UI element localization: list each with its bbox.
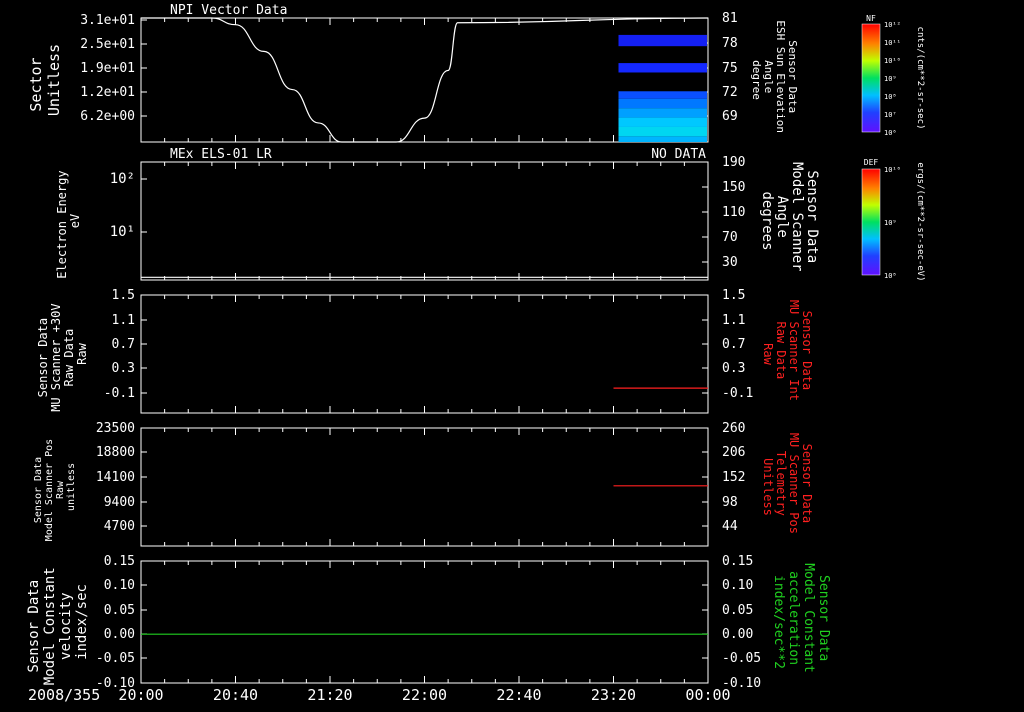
colorbar-def bbox=[861, 168, 881, 276]
right-y-tick-label: 0.00 bbox=[722, 627, 753, 642]
time-tick-label: 20:40 bbox=[213, 686, 258, 704]
time-tick-label: 21:20 bbox=[307, 686, 352, 704]
colorbar-tick-label: 10¹⁰ bbox=[884, 57, 901, 65]
right-y-tick-label: 0.05 bbox=[722, 603, 753, 618]
right-y-tick-label: 260 bbox=[722, 421, 745, 436]
left-y-tick-label: 3.1e+01 bbox=[80, 13, 135, 28]
right-y-tick-label: 1.5 bbox=[722, 288, 745, 303]
left-y-tick-label: 4700 bbox=[104, 519, 135, 534]
spectrogram-band bbox=[618, 117, 707, 127]
panel-0-right-ylabel: Sensor Data ESH Sun Elevation Angle degr… bbox=[750, 20, 799, 139]
colorbar-nf-unit: cnts/(cm**2-sr-sec) bbox=[915, 27, 925, 130]
right-y-tick-label: 110 bbox=[722, 205, 745, 220]
right-y-tick-label: 150 bbox=[722, 180, 745, 195]
right-y-tick-label: 30 bbox=[722, 255, 738, 270]
date-label: 2008/355 bbox=[28, 686, 100, 704]
panel-1-right-ylabel: Sensor Data Model Scanner Angle degrees bbox=[759, 162, 820, 280]
right-y-tick-label: 0.10 bbox=[722, 578, 753, 593]
spectrogram-band bbox=[618, 108, 707, 118]
right-y-tick-label: -0.1 bbox=[722, 386, 753, 401]
colorbar-def-unit: ergs/(cm**2-sr-sec-eV) bbox=[915, 162, 925, 281]
left-y-tick-label: 0.3 bbox=[112, 361, 135, 376]
panel-2-left-ylabel: Sensor Data MU Scanner +30V Raw Data Raw bbox=[36, 296, 89, 412]
right-y-tick-label: -0.10 bbox=[722, 676, 761, 691]
right-y-tick-label: -0.05 bbox=[722, 651, 761, 666]
left-y-tick-label: 0.00 bbox=[104, 627, 135, 642]
left-y-tick-label: 1.9e+01 bbox=[80, 61, 135, 76]
left-y-tick-label: 0.15 bbox=[104, 554, 135, 569]
left-y-tick-label: 23500 bbox=[96, 421, 135, 436]
spectrogram-band bbox=[618, 126, 707, 137]
right-y-tick-label: 206 bbox=[722, 445, 745, 460]
right-y-tick-label: 44 bbox=[722, 519, 738, 534]
colorbar-def-label: DEF bbox=[864, 158, 879, 167]
right-y-tick-label: 75 bbox=[722, 61, 738, 76]
colorbar-tick-label: 10⁶ bbox=[884, 129, 897, 137]
panel-frame-3 bbox=[140, 427, 709, 547]
panel-1-title: MEx ELS-01 LR bbox=[170, 147, 272, 162]
colorbar-tick-label: 10⁹ bbox=[884, 75, 897, 83]
right-y-tick-label: 0.15 bbox=[722, 554, 753, 569]
colorbar-tick-label: 10⁸ bbox=[884, 272, 897, 280]
right-y-tick-label: 98 bbox=[722, 495, 738, 510]
spectrogram-band bbox=[618, 34, 707, 47]
panel-0-title: NPI Vector Data bbox=[170, 3, 287, 18]
left-y-tick-label: 14100 bbox=[96, 470, 135, 485]
panel-frame-4 bbox=[140, 560, 709, 684]
left-y-tick-label: -0.05 bbox=[96, 651, 135, 666]
left-y-tick-label: 0.05 bbox=[104, 603, 135, 618]
panel-2-right-ylabel: Sensor Data MU Scanner Int Raw Data Raw bbox=[761, 300, 814, 408]
left-y-tick-label: 10² bbox=[110, 171, 135, 187]
colorbar-tick-label: 10⁷ bbox=[884, 111, 897, 119]
panel-1-status: NO DATA bbox=[651, 147, 706, 162]
colorbar-tick-label: 10¹² bbox=[884, 21, 901, 29]
colorbar-tick-label: 10¹¹ bbox=[884, 39, 901, 47]
colorbar-tick-label: 10¹⁰ bbox=[884, 166, 901, 174]
time-tick-label: 22:40 bbox=[496, 686, 541, 704]
left-y-tick-label: 18800 bbox=[96, 445, 135, 460]
right-y-tick-label: 1.1 bbox=[722, 313, 745, 328]
spectrogram-band bbox=[618, 136, 707, 142]
left-y-tick-label: 6.2e+00 bbox=[80, 109, 135, 124]
colorbar-nf bbox=[861, 23, 881, 133]
left-y-tick-label: -0.10 bbox=[96, 676, 135, 691]
colorbar-nf-label: NF bbox=[866, 14, 876, 23]
colorbar-tick-label: 10⁹ bbox=[884, 219, 897, 227]
time-tick-label: 22:00 bbox=[402, 686, 447, 704]
colorbar-tick-label: 10⁸ bbox=[884, 93, 897, 101]
right-y-tick-label: 0.3 bbox=[722, 361, 745, 376]
right-y-tick-label: 190 bbox=[722, 155, 745, 170]
left-y-tick-label: 10¹ bbox=[110, 224, 135, 240]
right-y-tick-label: 69 bbox=[722, 109, 738, 124]
spectrogram-band bbox=[618, 63, 707, 73]
panel-4-right-ylabel: Sensor Data Model Constant acceleration … bbox=[771, 563, 831, 680]
panel-0-left-ylabel: Sector Unitless bbox=[27, 44, 63, 116]
right-y-tick-label: 0.7 bbox=[722, 337, 745, 352]
left-y-tick-label: -0.1 bbox=[104, 386, 135, 401]
time-tick-label: 23:20 bbox=[591, 686, 636, 704]
right-y-tick-label: 72 bbox=[722, 85, 738, 100]
left-y-tick-label: 1.1 bbox=[112, 313, 135, 328]
right-y-tick-label: 70 bbox=[722, 230, 738, 245]
panel-1-left-ylabel: Electron Energy eV bbox=[55, 163, 82, 279]
left-y-tick-label: 1.2e+01 bbox=[80, 85, 135, 100]
right-y-tick-label: 81 bbox=[722, 11, 738, 26]
left-y-tick-label: 9400 bbox=[104, 495, 135, 510]
right-y-tick-label: 78 bbox=[722, 36, 738, 51]
left-y-tick-label: 1.5 bbox=[112, 288, 135, 303]
left-y-tick-label: 0.7 bbox=[112, 337, 135, 352]
spectrogram-band bbox=[618, 91, 707, 99]
spectrogram-band bbox=[618, 98, 707, 109]
left-y-tick-label: 0.10 bbox=[104, 578, 135, 593]
panel-frame-1 bbox=[140, 161, 709, 281]
panel-3-left-ylabel: Sensor Data Model Scanner Pos Raw unitle… bbox=[33, 433, 77, 541]
chart-stage: NPI Vector Data MEx ELS-01 LR NO DATA Se… bbox=[0, 0, 1024, 708]
chart-svg: NPI Vector Data MEx ELS-01 LR NO DATA Se… bbox=[26, 3, 925, 704]
panel-frame-2 bbox=[140, 294, 709, 414]
panel-4-left-ylabel: Sensor Data Model Constant velocity inde… bbox=[26, 559, 90, 685]
panel-3-right-ylabel: Sensor Data MU Scanner Pos Telemetry Uni… bbox=[761, 433, 814, 541]
right-y-tick-label: 152 bbox=[722, 470, 745, 485]
left-y-tick-label: 2.5e+01 bbox=[80, 37, 135, 52]
